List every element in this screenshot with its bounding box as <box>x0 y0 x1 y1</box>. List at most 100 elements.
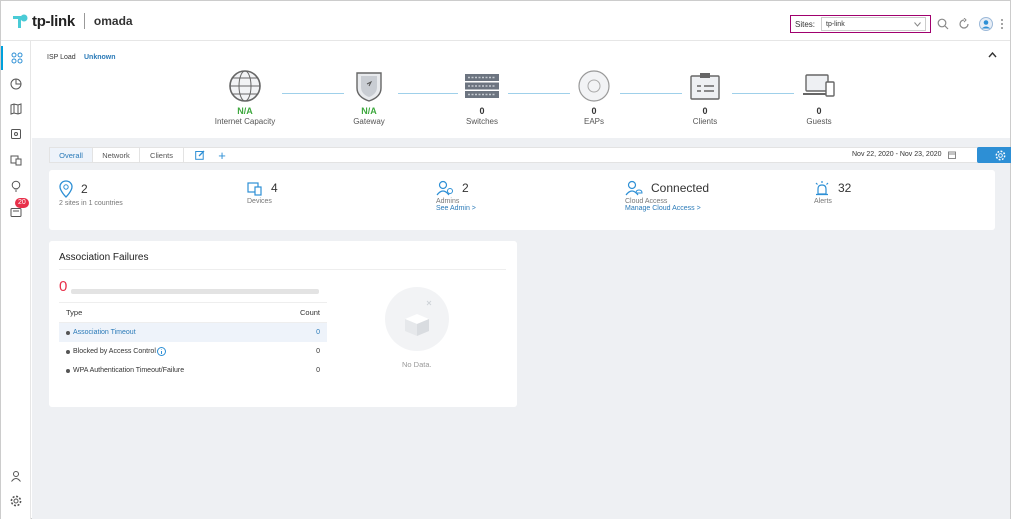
row-type: WPA Authentication Timeout/Failure <box>73 367 185 374</box>
view-tabs-bar: Overall Network Clients + Nov 22, 2020 -… <box>49 147 1011 163</box>
person-icon <box>11 471 21 482</box>
brand-name: tp-link <box>32 12 75 30</box>
product-name: omada <box>93 14 133 28</box>
laptop-phone-icon <box>803 74 835 97</box>
sidebar-item-insight[interactable] <box>1 174 31 198</box>
add-tab-button[interactable]: + <box>212 148 232 163</box>
row-count: 0 <box>316 329 320 336</box>
devices-icon <box>247 182 262 196</box>
internet-capacity-value: N/A <box>237 106 253 116</box>
sidebar-item-dashboard[interactable] <box>1 46 31 70</box>
sites-subtitle: 2 sites in 1 countries <box>59 200 123 207</box>
table-row[interactable]: Blocked by Access Control 0 <box>59 342 327 361</box>
see-admin-link[interactable]: See Admin > <box>436 205 476 212</box>
devices-subtitle: Devices <box>247 198 272 205</box>
sidebar-item-map[interactable] <box>1 97 31 121</box>
sites-count: 2 <box>81 182 88 196</box>
dashboard-icon <box>11 52 23 64</box>
sidebar-item-clients[interactable] <box>1 148 31 172</box>
site-selector[interactable]: Sites: tp-link <box>790 15 931 33</box>
topology-node-clients[interactable]: 0 Clients <box>660 70 750 126</box>
sites-dropdown[interactable]: tp-link <box>821 17 926 31</box>
logo[interactable]: tp-link omada <box>11 12 133 30</box>
clients-icon <box>10 155 22 166</box>
alarm-icon <box>815 181 829 196</box>
col-count: Count <box>299 308 320 317</box>
dashboard-settings-button[interactable] <box>977 147 1011 163</box>
user-avatar-icon[interactable] <box>979 17 993 31</box>
row-count: 0 <box>316 348 320 355</box>
calendar-icon[interactable] <box>948 151 956 159</box>
tab-network[interactable]: Network <box>93 148 140 162</box>
bulb-icon <box>11 180 21 192</box>
alerts-badge: 20 <box>15 198 29 208</box>
failures-progress-bar <box>71 289 319 294</box>
eaps-label: EAPs <box>583 117 604 126</box>
table-header: Type Count <box>59 302 327 323</box>
topology-node-guests[interactable]: 0 Guests <box>774 70 864 126</box>
stat-devices: 4 Devices <box>247 180 278 205</box>
topology-node-switches[interactable]: 0 Switches <box>437 70 527 126</box>
clients-label: Clients <box>692 117 718 126</box>
table-row[interactable]: WPA Authentication Timeout/Failure 0 <box>59 361 327 380</box>
sidebar-item-settings[interactable] <box>1 489 31 513</box>
main-content: ISP Load Unknown N/A Internet Capacity N… <box>32 42 1011 519</box>
row-type: Blocked by Access Control <box>73 348 156 355</box>
edit-tab-button[interactable] <box>190 148 210 162</box>
gateway-value: N/A <box>361 106 377 116</box>
topology-node-internet[interactable]: N/A Internet Capacity <box>200 70 290 126</box>
tp-link-logo-icon <box>13 14 28 28</box>
topology-panel: ISP Load Unknown N/A Internet Capacity N… <box>32 42 1010 138</box>
more-menu-icon[interactable] <box>1000 18 1004 30</box>
gateway-label: Gateway <box>353 117 385 126</box>
date-range[interactable]: Nov 22, 2020 - Nov 23, 2020 <box>852 151 942 158</box>
tab-clients[interactable]: Clients <box>140 148 184 162</box>
table-row[interactable]: Association Timeout 0 <box>59 323 327 342</box>
stat-alerts: 32 Alerts <box>814 180 851 205</box>
gear-icon <box>995 150 1006 160</box>
alerts-count: 32 <box>838 181 852 195</box>
map-icon <box>10 103 22 115</box>
row-count: 0 <box>316 367 320 374</box>
topology-node-gateway[interactable]: N/A Gateway <box>324 70 414 126</box>
info-icon[interactable] <box>156 347 166 356</box>
bullet-icon <box>66 368 70 373</box>
internet-capacity-label: Internet Capacity <box>214 117 276 126</box>
topology-node-eaps[interactable]: 0 EAPs <box>549 70 639 126</box>
bullet-icon <box>66 349 70 354</box>
stat-admins: 2 Admins See Admin > <box>436 180 476 212</box>
collapse-icon[interactable] <box>988 52 997 58</box>
gateway-shield-icon <box>356 72 382 102</box>
refresh-icon[interactable] <box>958 18 970 30</box>
top-bar: tp-link omada Sites: tp-link <box>1 1 1010 41</box>
chevron-down-icon <box>914 21 921 27</box>
cloud-subtitle: Cloud Access <box>625 198 668 205</box>
logo-divider <box>83 13 85 29</box>
device-icon <box>11 129 21 139</box>
tab-overall[interactable]: Overall <box>50 148 93 162</box>
switches-label: Switches <box>465 117 498 126</box>
manage-cloud-link[interactable]: Manage Cloud Access > <box>625 205 709 212</box>
sidebar-item-account[interactable] <box>1 464 31 488</box>
col-type: Type <box>66 308 83 317</box>
failures-total: 0 <box>59 278 68 295</box>
sidebar-item-alerts[interactable]: 20 <box>1 198 31 224</box>
row-type: Association Timeout <box>73 329 136 336</box>
sidebar: 20 <box>1 41 31 519</box>
stat-cloud: Connected Cloud Access Manage Cloud Acce… <box>625 180 709 212</box>
admins-subtitle: Admins <box>436 198 460 205</box>
summary-panel: 2 2 sites in 1 countries 4 Devices 2 Adm… <box>49 170 995 230</box>
sites-value: tp-link <box>826 20 845 28</box>
bullet-icon <box>66 330 70 335</box>
stat-sites: 2 2 sites in 1 countries <box>59 180 123 207</box>
sites-label: Sites: <box>795 19 816 29</box>
cloud-access-icon <box>625 180 643 196</box>
sidebar-item-statistics[interactable] <box>1 72 31 96</box>
clients-list-icon <box>690 73 720 100</box>
admins-icon <box>436 180 453 196</box>
sidebar-item-devices[interactable] <box>1 122 31 146</box>
access-point-icon <box>578 70 610 102</box>
search-icon[interactable] <box>937 18 949 30</box>
globe-icon <box>229 70 261 102</box>
clients-value: 0 <box>702 106 708 116</box>
